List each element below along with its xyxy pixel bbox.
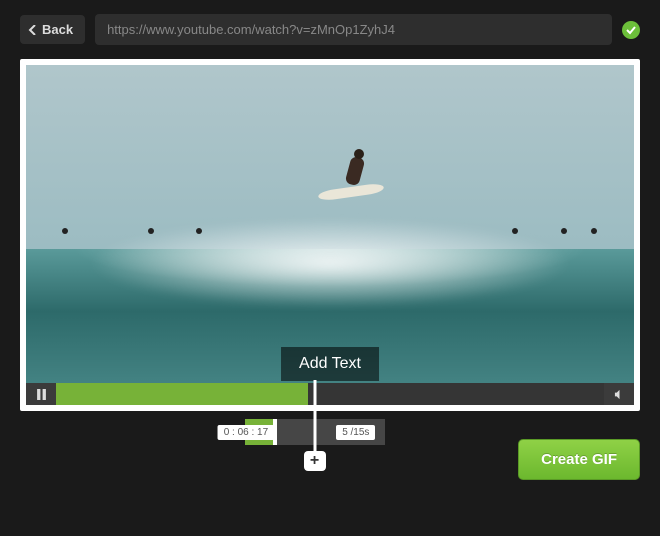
progress-fill (56, 383, 308, 405)
volume-icon (614, 389, 625, 400)
timeline: 0 : 06 : 17 5 /15s + Create GIF (20, 411, 640, 491)
surfer-illustration (318, 153, 378, 213)
volume-button[interactable] (604, 383, 634, 405)
video-panel: Add Text (20, 59, 640, 411)
add-marker-button[interactable]: + (304, 451, 326, 471)
duration-label: 5 /15s (336, 425, 375, 440)
url-input[interactable] (95, 14, 612, 45)
pause-icon (36, 389, 47, 400)
pause-button[interactable] (26, 383, 56, 405)
add-text-button[interactable]: Add Text (281, 347, 379, 381)
chevron-left-icon (28, 25, 38, 35)
progress-bar[interactable] (56, 383, 604, 405)
check-icon (622, 21, 640, 39)
video-controls (26, 383, 634, 405)
video-preview[interactable]: Add Text (26, 65, 634, 405)
back-label: Back (42, 22, 73, 37)
create-gif-button[interactable]: Create GIF (518, 439, 640, 480)
start-time-label: 0 : 06 : 17 (218, 425, 274, 440)
playhead-marker[interactable] (313, 380, 316, 452)
top-bar: Back (0, 0, 660, 59)
back-button[interactable]: Back (20, 15, 85, 44)
